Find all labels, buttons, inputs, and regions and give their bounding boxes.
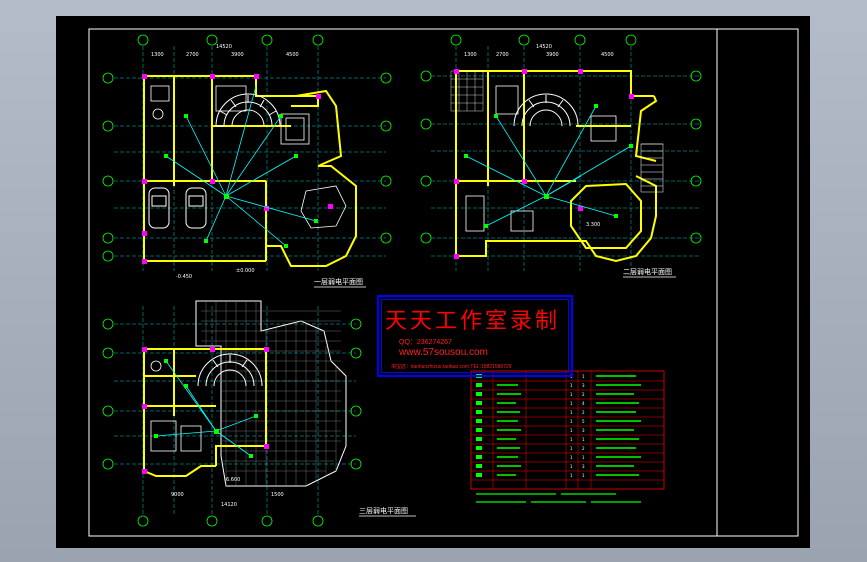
cad-drawing: 1300 2700 3900 4500 14520 -0.450 ±0.000 … <box>88 28 799 537</box>
svg-text:1: 1 <box>582 455 585 460</box>
dim-text: 1500 <box>271 492 284 498</box>
dim-text: 4500 <box>286 52 299 58</box>
svg-text:1: 1 <box>570 401 573 406</box>
watermark-box: 天天工作室录制 QQ：236274267 www.57sousou.com 淘宝… <box>377 295 573 377</box>
legend-table: 11 13 12 14 12 15 13 11 12 11 13 11 <box>470 370 665 490</box>
svg-text:1: 1 <box>570 446 573 451</box>
room-level: -0.450 <box>176 274 192 280</box>
svg-text:1: 1 <box>582 473 585 478</box>
dim-total: 14520 <box>216 44 232 50</box>
svg-text:1: 1 <box>570 473 573 478</box>
plan-title: 二层弱电平面图 <box>623 267 672 276</box>
svg-text:3: 3 <box>582 464 585 469</box>
watermark-footer: 淘宝店：tiantianzhizuo.taobao.com TEL:158215… <box>391 364 512 370</box>
dim-text: 3900 <box>546 52 559 58</box>
plan-title: 三层弱电平面图 <box>359 506 408 515</box>
plan-first-floor: 1300 2700 3900 4500 14520 -0.450 ±0.000 … <box>102 34 392 288</box>
room-level: 3.300 <box>586 222 600 228</box>
dim-text: 2700 <box>186 52 199 58</box>
svg-text:1: 1 <box>570 464 573 469</box>
svg-text:3: 3 <box>582 428 585 433</box>
svg-text:1: 1 <box>570 428 573 433</box>
svg-text:2: 2 <box>582 392 585 397</box>
svg-text:1: 1 <box>570 437 573 442</box>
watermark-title: 天天工作室录制 <box>385 309 561 334</box>
svg-text:1: 1 <box>570 392 573 397</box>
svg-text:4: 4 <box>582 401 585 406</box>
svg-text:1: 1 <box>582 437 585 442</box>
svg-text:1: 1 <box>582 374 585 379</box>
svg-text:1: 1 <box>570 410 573 415</box>
watermark-url: www.57sousou.com <box>399 347 488 358</box>
watermark-qq: QQ：236274267 <box>399 339 452 346</box>
roof-terrace <box>195 300 347 487</box>
outer-frame <box>88 28 799 537</box>
dim-text: 1300 <box>464 52 477 58</box>
svg-text:1: 1 <box>570 455 573 460</box>
svg-text:1: 1 <box>570 419 573 424</box>
plan-third-floor: 9000 1500 14120 6.600 三层弱电平面图 <box>102 300 416 527</box>
drawing-sheet: 1300 2700 3900 4500 14520 -0.450 ±0.000 … <box>56 16 810 548</box>
svg-text:2: 2 <box>582 446 585 451</box>
dim-total: 14520 <box>536 44 552 50</box>
plan-title: 一层弱电平面图 <box>314 277 363 286</box>
svg-text:1: 1 <box>570 383 573 388</box>
plan-second-floor: 1300 2700 3900 4500 14520 3.300 二层弱电平面图 <box>420 34 702 278</box>
svg-text:5: 5 <box>582 419 585 424</box>
dim-text: 1300 <box>151 52 164 58</box>
svg-text:3: 3 <box>582 383 585 388</box>
dim-text: 3900 <box>231 52 244 58</box>
room-level: ±0.000 <box>236 268 255 274</box>
svg-text:2: 2 <box>582 410 585 415</box>
dim-text: 9000 <box>171 492 184 498</box>
dim-text: 4500 <box>601 52 614 58</box>
room-level: 6.600 <box>226 477 240 483</box>
dim-total: 14120 <box>221 502 237 508</box>
dim-text: 2700 <box>496 52 509 58</box>
